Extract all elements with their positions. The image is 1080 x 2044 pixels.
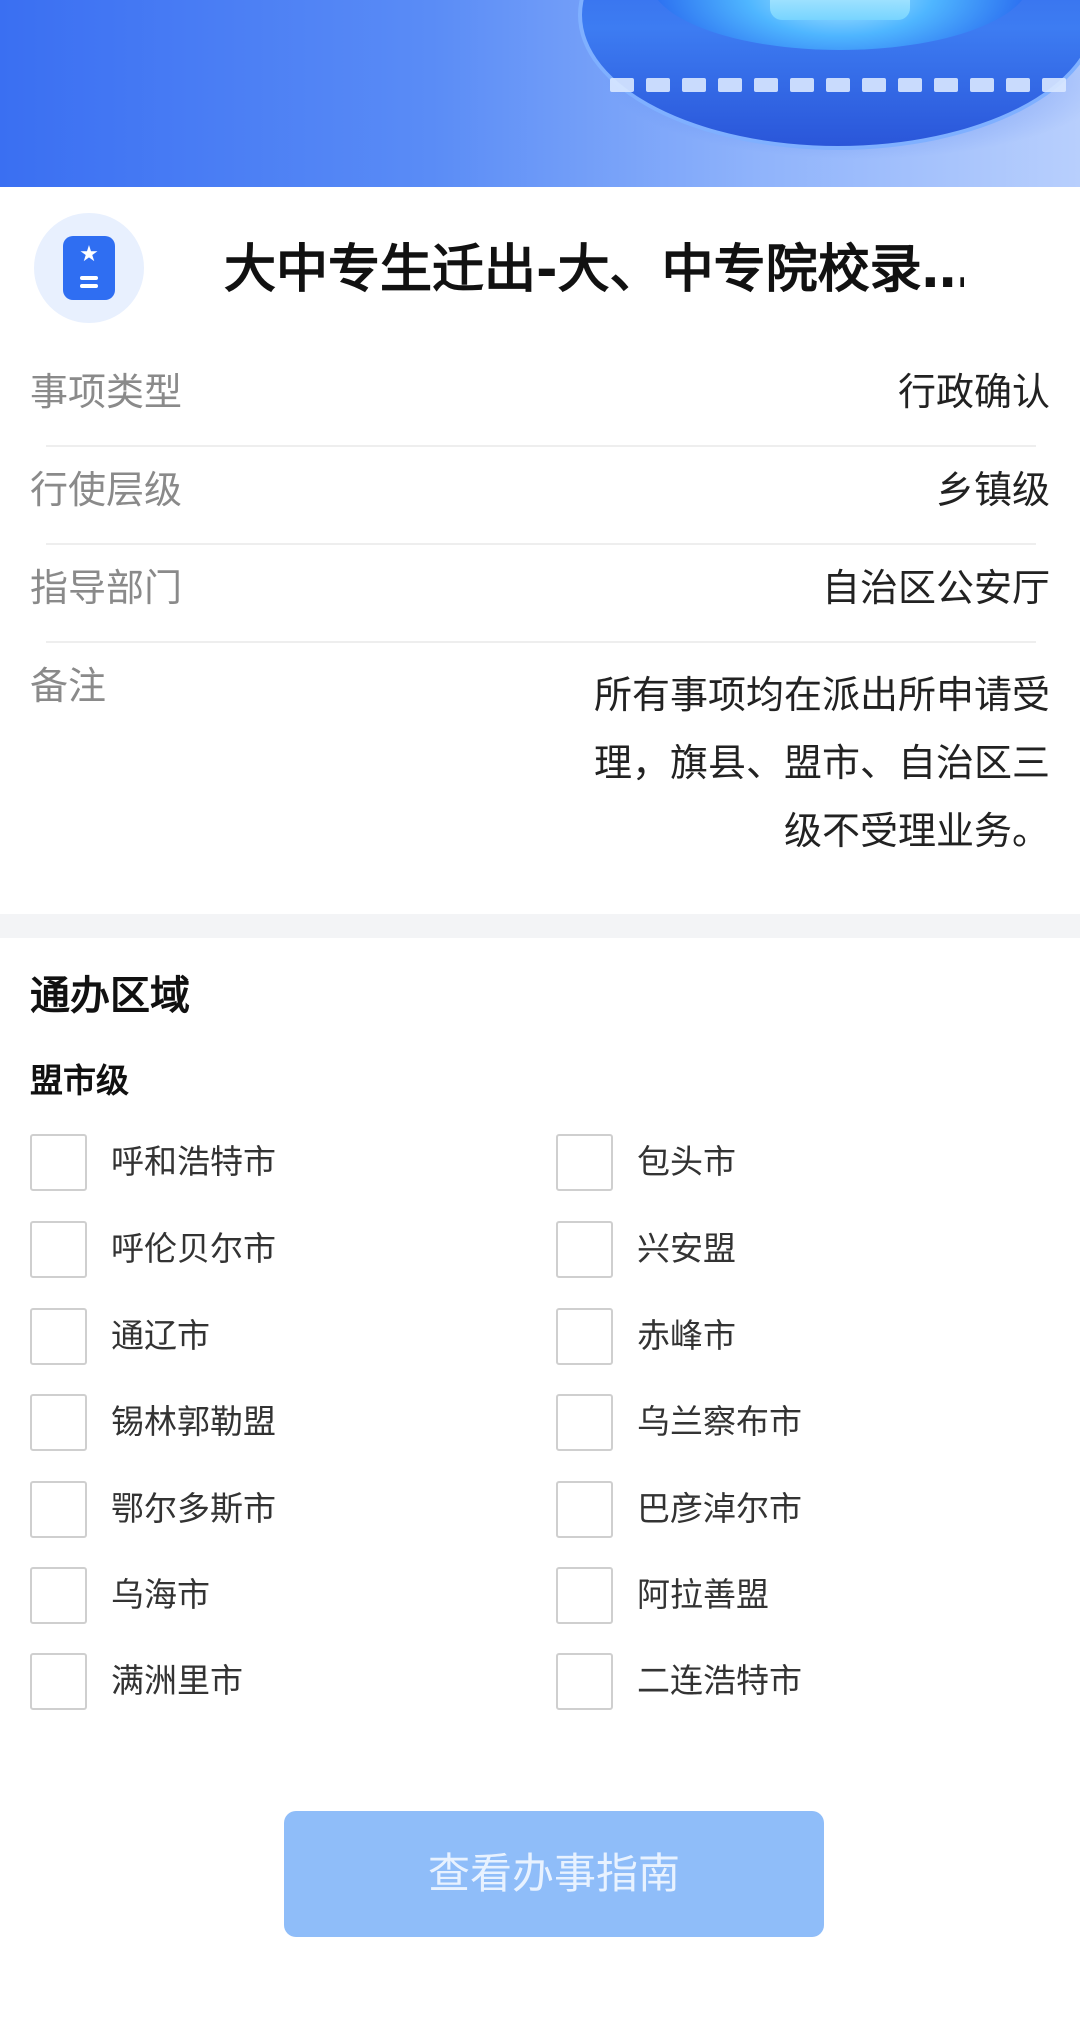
checkbox[interactable]: [30, 1480, 87, 1538]
region-checkbox-item[interactable]: 阿拉善盟: [556, 1566, 769, 1624]
region-checkbox-item[interactable]: 呼和浩特市: [30, 1133, 276, 1191]
info-value: 行政确认: [897, 370, 1050, 414]
region-checkbox-item[interactable]: 赤峰市: [556, 1307, 736, 1365]
service-icon-container: ★: [34, 213, 144, 323]
checkbox[interactable]: [556, 1566, 613, 1624]
checkbox-label: 通辽市: [111, 1316, 210, 1355]
checkbox[interactable]: [556, 1307, 613, 1365]
region-checkbox-item[interactable]: 呼伦贝尔市: [30, 1220, 276, 1278]
checkbox[interactable]: [30, 1652, 87, 1710]
checkbox[interactable]: [556, 1393, 613, 1451]
checkbox-label: 包头市: [637, 1142, 736, 1181]
info-label: 行使层级: [30, 468, 183, 512]
checkbox-label: 锡林郭勒盟: [111, 1402, 276, 1441]
region-checkbox-item[interactable]: 通辽市: [30, 1307, 210, 1365]
checkbox[interactable]: [556, 1220, 613, 1278]
note-line: 理，旗县、盟市、自治区三: [593, 741, 1050, 785]
section-gap: [0, 914, 1080, 938]
checkbox[interactable]: [556, 1133, 613, 1191]
note-label: 备注: [30, 664, 107, 708]
note-line: 所有事项均在派出所申请受: [593, 673, 1050, 717]
info-row-type: 事项类型 行政确认: [30, 347, 1050, 445]
banner-disc-light: [770, 0, 910, 20]
checkbox-label: 乌海市: [111, 1575, 210, 1614]
checkbox[interactable]: [556, 1652, 613, 1710]
checkbox-label: 赤峰市: [637, 1316, 736, 1355]
note-value: 所有事项均在派出所申请受 理，旗县、盟市、自治区三 级不受理业务。: [550, 661, 1050, 865]
region-level-title: 盟市级: [30, 1061, 129, 1100]
region-checkbox-item[interactable]: 包头市: [556, 1133, 736, 1191]
checkbox-label: 鄂尔多斯市: [111, 1489, 276, 1528]
checkbox[interactable]: [30, 1393, 87, 1451]
info-row-department: 指导部门 自治区公安厅: [30, 543, 1050, 641]
service-title: 大中专生迁出-大、中专院校录…: [224, 240, 964, 300]
region-checkbox-item[interactable]: 鄂尔多斯市: [30, 1480, 276, 1538]
region-checkbox-item[interactable]: 兴安盟: [556, 1220, 736, 1278]
region-checkbox-item[interactable]: 锡林郭勒盟: [30, 1393, 276, 1451]
checkbox[interactable]: [30, 1566, 87, 1624]
checkbox-label: 二连浩特市: [637, 1661, 802, 1700]
info-value: 乡镇级: [935, 468, 1050, 512]
checkbox[interactable]: [30, 1133, 87, 1191]
region-checkbox-item[interactable]: 二连浩特市: [556, 1652, 802, 1710]
star-badge-icon: ★: [63, 236, 115, 300]
info-label: 事项类型: [30, 370, 183, 414]
info-label: 指导部门: [30, 566, 183, 610]
checkbox-label: 阿拉善盟: [637, 1575, 769, 1614]
checkbox[interactable]: [30, 1307, 87, 1365]
banner-disc-ring: [598, 50, 1078, 120]
region-checkbox-item[interactable]: 满洲里市: [30, 1652, 243, 1710]
checkbox-label: 满洲里市: [111, 1661, 243, 1700]
region-checkbox-item[interactable]: 乌海市: [30, 1566, 210, 1624]
view-guide-button[interactable]: 查看办事指南: [284, 1811, 824, 1937]
checkbox-label: 兴安盟: [637, 1229, 736, 1268]
checkbox[interactable]: [556, 1480, 613, 1538]
info-row-level: 行使层级 乡镇级: [30, 445, 1050, 543]
service-header: ★ 大中专生迁出-大、中专院校录…: [0, 187, 1080, 347]
checkbox-label: 巴彦淖尔市: [637, 1489, 802, 1528]
checkbox-label: 乌兰察布市: [637, 1402, 802, 1441]
checkbox-label: 呼和浩特市: [111, 1142, 276, 1181]
region-title: 通办区域: [30, 973, 190, 1019]
info-value: 自治区公安厅: [821, 566, 1050, 610]
checkbox-label: 呼伦贝尔市: [111, 1229, 276, 1268]
checkbox[interactable]: [30, 1220, 87, 1278]
region-checkbox-item[interactable]: 巴彦淖尔市: [556, 1480, 802, 1538]
note-line: 级不受理业务。: [783, 809, 1050, 853]
region-checkbox-item[interactable]: 乌兰察布市: [556, 1393, 802, 1451]
top-banner: [0, 0, 1080, 187]
